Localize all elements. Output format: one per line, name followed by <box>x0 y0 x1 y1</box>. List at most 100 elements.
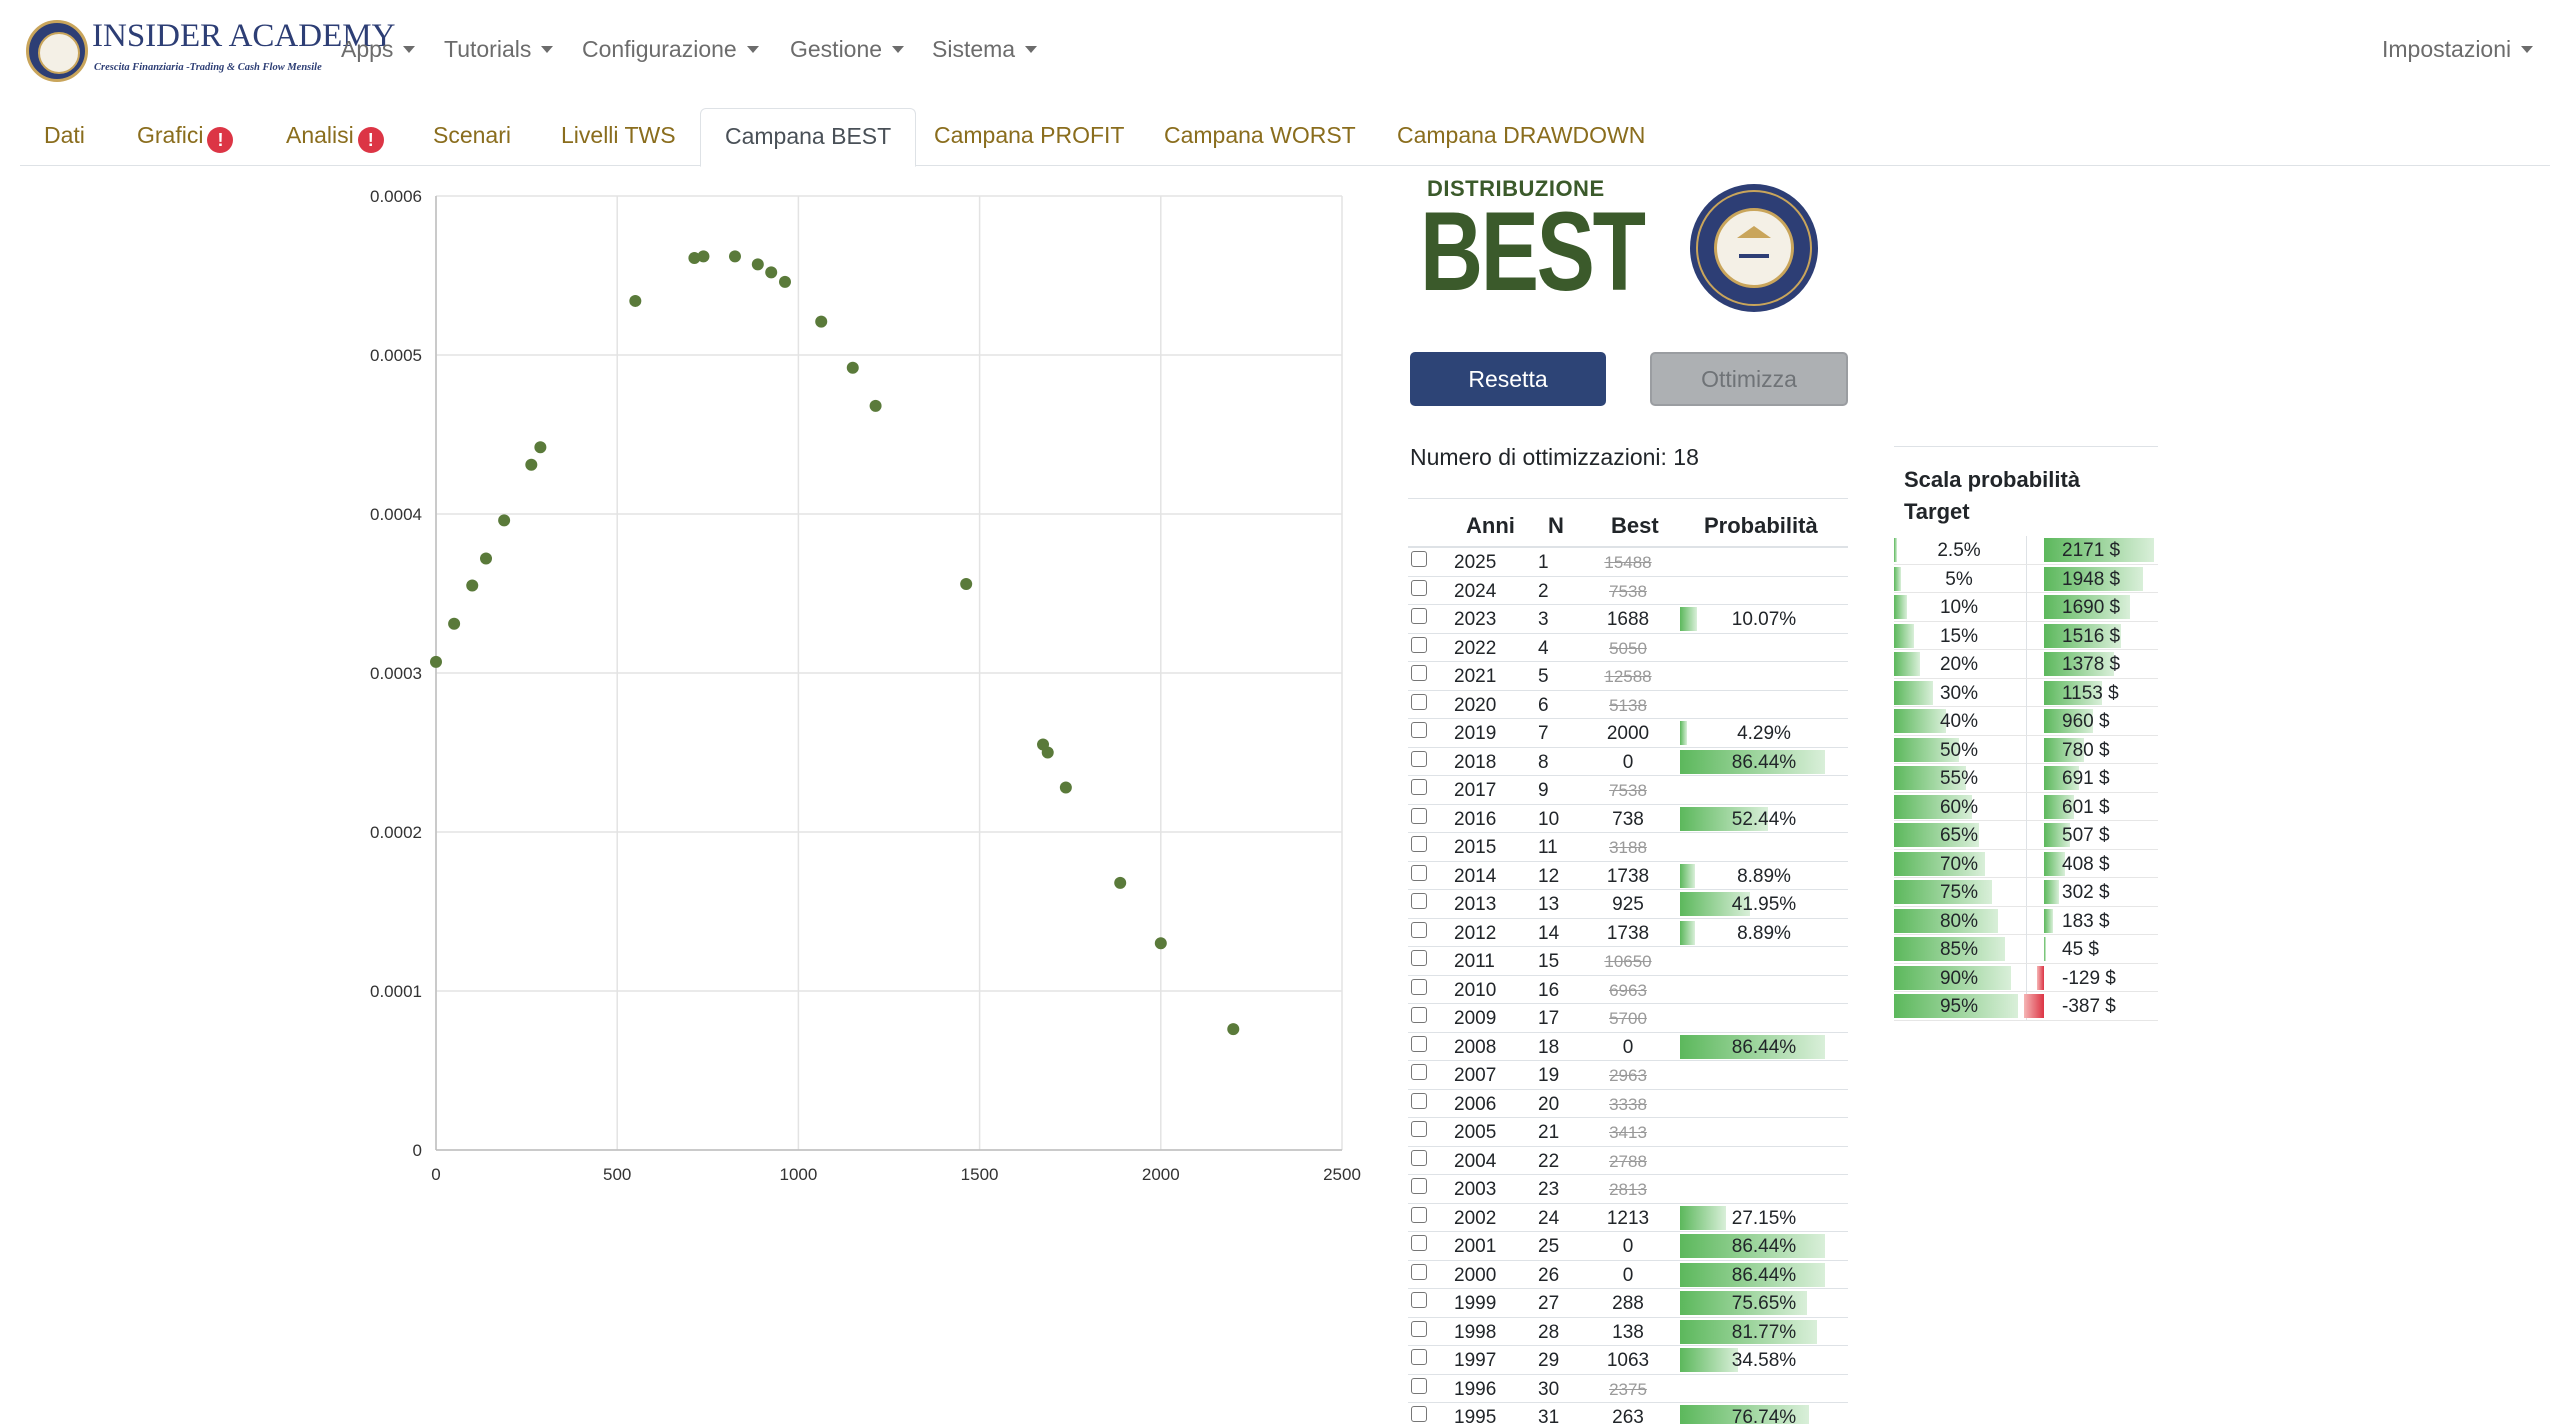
nav-sistema[interactable]: Sistema <box>932 36 1038 63</box>
data-point <box>1114 876 1127 889</box>
cell-n: 19 <box>1538 1065 1560 1086</box>
row-checkbox[interactable] <box>1411 1121 1427 1137</box>
row-checkbox[interactable] <box>1411 1377 1427 1394</box>
row-checkbox[interactable] <box>1411 921 1427 938</box>
tab-campana-best[interactable]: Campana BEST <box>700 108 917 167</box>
nav-apps-label: Apps <box>341 36 394 62</box>
y-tick-label: 0.0004 <box>370 505 422 524</box>
row-checkbox[interactable] <box>1411 1292 1427 1308</box>
row-checkbox[interactable] <box>1411 579 1427 596</box>
probability-text: 10.07% <box>1731 609 1797 630</box>
row-checkbox[interactable] <box>1411 1206 1427 1223</box>
table-row: 2009 17 5700 <box>1408 1004 1848 1033</box>
cell-probability <box>1680 579 1848 603</box>
table-row: 2010 16 6963 <box>1408 976 1848 1004</box>
seal-house-icon <box>1737 226 1771 258</box>
scale-row: 60% 601 $ <box>1894 792 2158 821</box>
tab-campana-drawdown[interactable]: Campana DRAWDOWN <box>1373 108 1669 166</box>
cell-probability: 10.07% <box>1680 607 1848 631</box>
percentile-text: 40% <box>1939 711 1979 732</box>
nav-tutorials[interactable]: Tutorials <box>444 36 554 63</box>
row-checkbox[interactable] <box>1411 693 1427 710</box>
row-checkbox[interactable] <box>1411 1092 1427 1109</box>
tab-grafici-label: Grafici <box>137 122 204 148</box>
cell-probability <box>1680 693 1848 717</box>
row-checkbox[interactable] <box>1411 1035 1427 1052</box>
row-checkbox[interactable] <box>1411 551 1427 567</box>
row-checkbox[interactable] <box>1411 893 1427 909</box>
nav-apps[interactable]: Apps <box>341 36 416 63</box>
tab-campana-profit-label: Campana PROFIT <box>934 122 1125 148</box>
row-checkbox[interactable] <box>1411 1349 1427 1365</box>
nav-configurazione[interactable]: Configurazione <box>582 36 759 63</box>
scale-separator <box>2026 678 2027 707</box>
cell-probability: 86.44% <box>1680 749 1848 774</box>
tab-campana-profit[interactable]: Campana PROFIT <box>910 108 1148 166</box>
probability-text: 86.44% <box>1731 1236 1797 1257</box>
data-point <box>534 441 547 454</box>
row-checkbox[interactable] <box>1411 836 1427 852</box>
x-tick-label: 1000 <box>779 1165 817 1180</box>
cell-year: 2008 <box>1454 1036 1497 1058</box>
row-checkbox[interactable] <box>1411 1149 1427 1166</box>
cell-probability: 34.58% <box>1680 1348 1848 1372</box>
tab-campana-worst[interactable]: Campana WORST <box>1140 108 1380 166</box>
probability-text: 76.74% <box>1731 1407 1797 1424</box>
percentile-text: 90% <box>1939 967 1979 989</box>
percentile-text: 85% <box>1939 939 1979 960</box>
row-checkbox[interactable] <box>1411 722 1427 738</box>
optimize-button[interactable]: Ottimizza <box>1650 352 1848 406</box>
cell-best: 0 <box>1622 751 1634 773</box>
row-checkbox[interactable] <box>1411 636 1427 653</box>
scale-separator <box>2026 906 2027 935</box>
scale-row: 90% -129 $ <box>1894 963 2158 992</box>
cell-probability <box>1680 835 1848 859</box>
cell-year: 2018 <box>1454 751 1497 773</box>
row-checkbox[interactable] <box>1411 665 1427 681</box>
probability-text: 86.44% <box>1731 1264 1797 1286</box>
target-value: 183 $ <box>2062 910 2110 932</box>
nav-gestione[interactable]: Gestione <box>790 36 905 63</box>
cell-n: 25 <box>1538 1236 1560 1257</box>
x-tick-label: 2000 <box>1142 1165 1180 1180</box>
tab-analisi[interactable]: Analisi! <box>262 108 408 166</box>
row-checkbox[interactable] <box>1411 1007 1427 1023</box>
data-point <box>480 552 493 565</box>
table-row: 2018 8 0 86.44% <box>1408 748 1848 776</box>
cell-probability <box>1680 1177 1848 1201</box>
row-checkbox[interactable] <box>1411 1263 1427 1280</box>
tab-scenari[interactable]: Scenari <box>409 108 535 166</box>
row-checkbox[interactable] <box>1411 1320 1427 1337</box>
cell-year: 2010 <box>1454 979 1497 1001</box>
brand-logo[interactable]: INSIDER ACADEMY Crescita Finanziaria -Tr… <box>26 18 395 86</box>
cell-year: 2021 <box>1454 666 1497 687</box>
row-checkbox[interactable] <box>1411 1406 1427 1422</box>
row-checkbox[interactable] <box>1411 750 1427 767</box>
cell-n: 23 <box>1538 1179 1560 1200</box>
tab-dati[interactable]: Dati <box>20 108 109 166</box>
row-checkbox[interactable] <box>1411 1235 1427 1251</box>
percentile-text: 15% <box>1939 625 1979 647</box>
row-checkbox[interactable] <box>1411 608 1427 624</box>
percentile-text: 10% <box>1939 597 1979 618</box>
row-checkbox[interactable] <box>1411 1178 1427 1194</box>
scale-row: 80% 183 $ <box>1894 906 2158 935</box>
row-checkbox[interactable] <box>1411 779 1427 795</box>
row-checkbox[interactable] <box>1411 1064 1427 1080</box>
cell-probability: 27.15% <box>1680 1205 1848 1230</box>
row-checkbox[interactable] <box>1411 950 1427 966</box>
row-checkbox[interactable] <box>1411 864 1427 881</box>
x-tick-label: 500 <box>603 1165 631 1180</box>
reset-button[interactable]: Resetta <box>1410 352 1606 406</box>
cell-probability: 4.29% <box>1680 721 1848 745</box>
tab-grafici[interactable]: Grafici! <box>113 108 257 166</box>
nav-impostazioni[interactable]: Impostazioni <box>2382 36 2534 63</box>
data-point <box>960 577 973 590</box>
target-value: 960 $ <box>2062 711 2110 732</box>
cell-n: 14 <box>1538 922 1560 944</box>
cell-n: 16 <box>1538 979 1560 1001</box>
scale-row: 65% 507 $ <box>1894 821 2158 850</box>
tab-livelli-tws[interactable]: Livelli TWS <box>537 108 700 166</box>
row-checkbox[interactable] <box>1411 807 1427 824</box>
row-checkbox[interactable] <box>1411 978 1427 995</box>
